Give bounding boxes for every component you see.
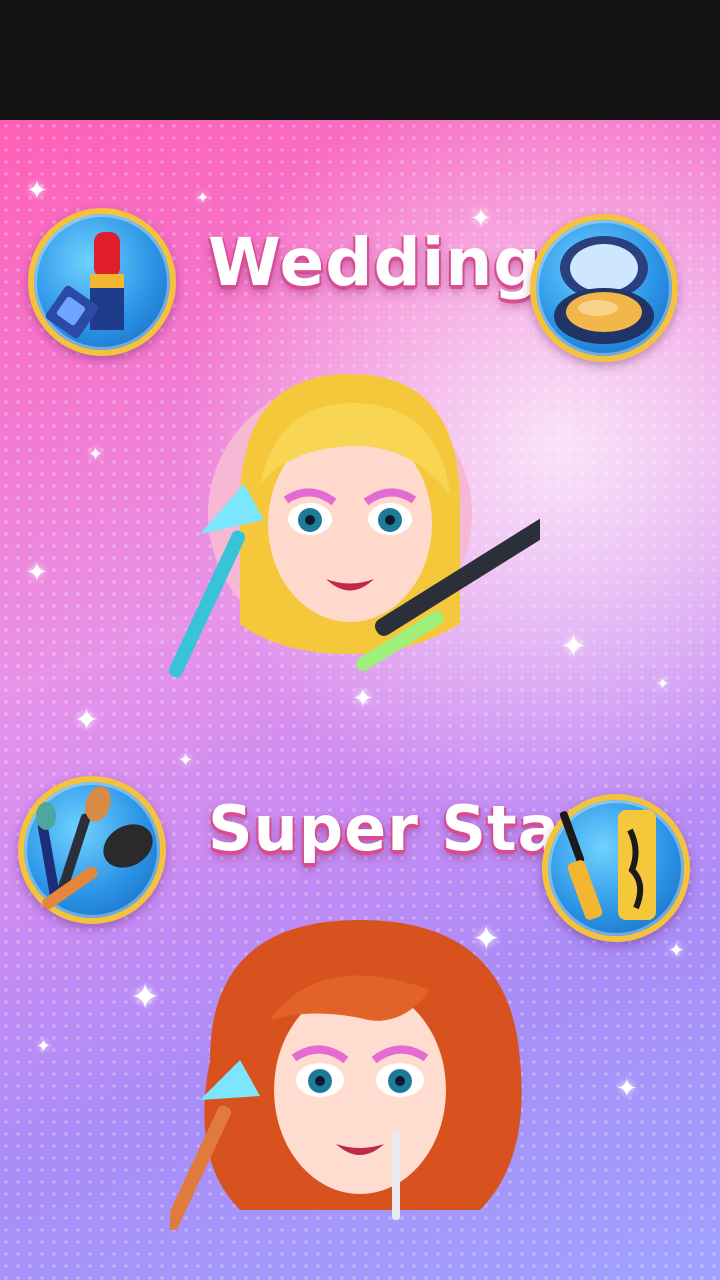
lipstick-icon [45, 232, 124, 339]
makeup-brushes-button[interactable] [18, 776, 166, 924]
sparkle-icon: ✦ [26, 176, 48, 206]
compact-powder-button[interactable] [530, 214, 678, 362]
sparkle-icon: ✦ [74, 703, 100, 738]
sparkle-icon: ✦ [26, 558, 48, 588]
mascara-icon [559, 810, 656, 920]
makeup-brushes-icon [36, 786, 153, 910]
sparkle-icon: ✦ [36, 1036, 52, 1057]
sparkle-icon: ✦ [88, 444, 104, 465]
compact-powder-icon [554, 236, 654, 344]
game-menu-screen: ✦ ✦ ✦ ✦ ✦ ✦ ✦ ✦ ✦ ✦ ✦ ✦ ✦ ✦ ✦ Wedding Su… [0, 120, 720, 1280]
status-bar [0, 0, 720, 120]
superstar-title[interactable]: Super Star [208, 792, 592, 865]
lipstick-button[interactable] [28, 208, 176, 356]
sparkle-icon: ✦ [130, 977, 161, 1018]
superstar-girl-portrait[interactable] [170, 900, 550, 1230]
wedding-bride-portrait[interactable] [160, 334, 540, 694]
sparkle-icon: ✦ [616, 1074, 638, 1104]
mascara-button[interactable] [542, 794, 690, 942]
sparkle-icon: ✦ [196, 188, 210, 207]
sparkle-icon: ✦ [178, 750, 194, 771]
sparkle-icon: ✦ [668, 938, 685, 962]
sparkle-icon: ✦ [656, 674, 670, 693]
sparkle-icon: ✦ [560, 627, 587, 665]
wedding-title[interactable]: Wedding [208, 224, 542, 301]
